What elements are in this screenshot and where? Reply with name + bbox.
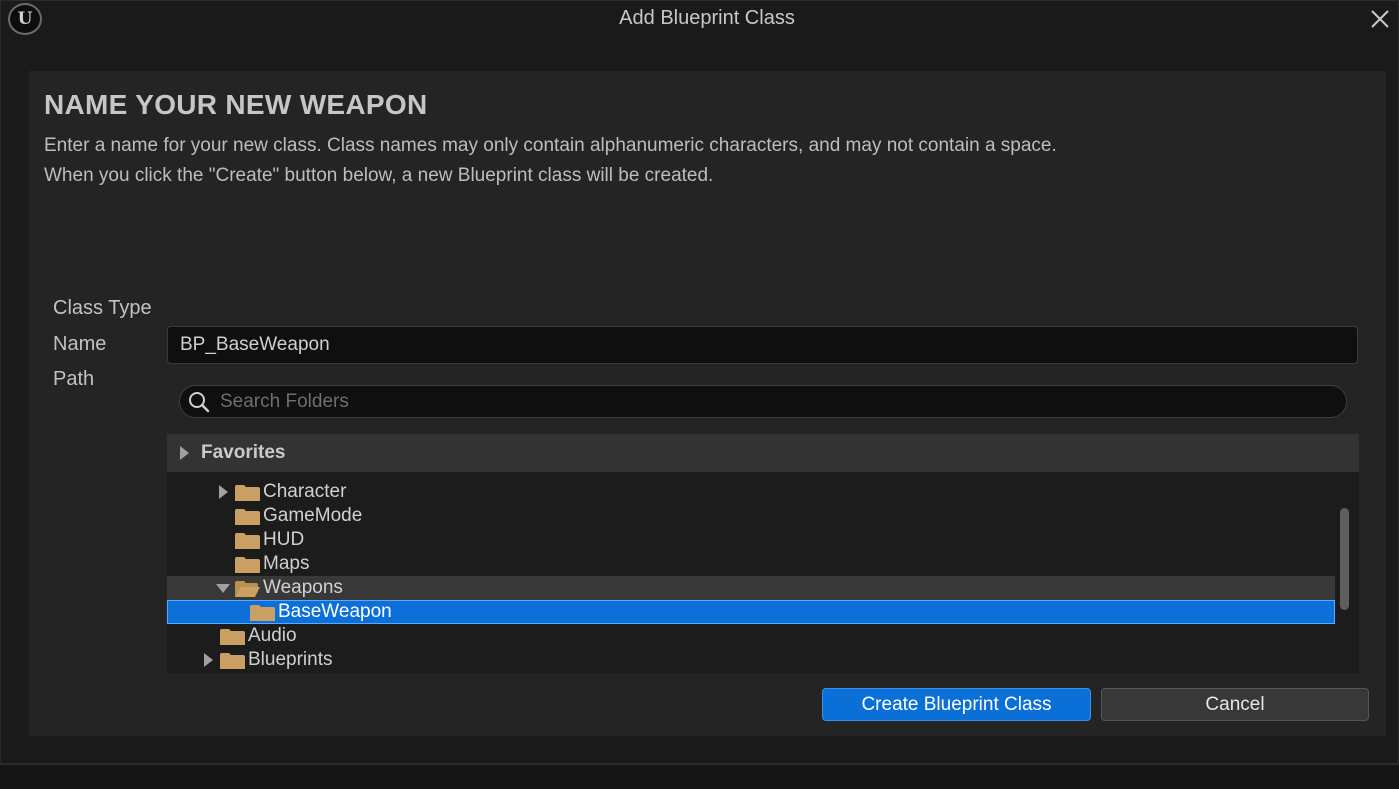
dialog-window: U Add Blueprint Class NAME YOUR NEW WEAP… xyxy=(0,0,1399,764)
window-title: Add Blueprint Class xyxy=(619,7,795,29)
folder-icon xyxy=(235,557,260,573)
folder-icon xyxy=(220,653,245,669)
expand-arrow-icon[interactable] xyxy=(180,446,189,460)
content-panel: NAME YOUR NEW WEAPON Enter a name for yo… xyxy=(29,71,1386,736)
page-title: NAME YOUR NEW WEAPON xyxy=(44,89,428,120)
tree-item-label: HUD xyxy=(263,529,305,550)
class-type-label: Class Type xyxy=(53,297,152,319)
search-icon xyxy=(189,392,210,413)
close-button[interactable] xyxy=(1365,5,1395,33)
tree-item-audio[interactable]: Audio xyxy=(167,624,1335,648)
expand-arrow-icon[interactable] xyxy=(204,653,213,667)
folder-tree: Favorites Character GameMode HUD Maps We… xyxy=(167,434,1359,673)
tree-item-gamemode[interactable]: GameMode xyxy=(167,504,1335,528)
create-blueprint-class-button[interactable]: Create Blueprint Class xyxy=(822,688,1091,721)
name-field[interactable] xyxy=(167,326,1358,364)
description-line-2: When you click the "Create" button below… xyxy=(44,165,714,186)
cancel-button[interactable]: Cancel xyxy=(1101,688,1369,721)
folder-icon xyxy=(250,605,275,621)
tree-item-label: BaseWeapon xyxy=(278,601,392,622)
search-input[interactable] xyxy=(220,386,1330,417)
favorites-header[interactable]: Favorites xyxy=(167,434,1359,472)
name-label: Name xyxy=(53,333,107,355)
collapse-arrow-icon[interactable] xyxy=(216,584,230,593)
folder-open-icon xyxy=(235,581,260,597)
tree-item-label: Weapons xyxy=(263,577,343,598)
description-line-1: Enter a name for your new class. Class n… xyxy=(44,135,1057,156)
tree-item-label: Blueprints xyxy=(248,649,333,670)
tree-item-weapons[interactable]: Weapons xyxy=(167,576,1335,600)
tree-item-label: Character xyxy=(263,481,347,502)
tree-item-label: GameMode xyxy=(263,505,363,526)
tree-item-blueprints[interactable]: Blueprints xyxy=(167,648,1335,672)
close-icon xyxy=(1371,10,1389,28)
tree-item-label: Audio xyxy=(248,625,297,646)
tree-scrollbar[interactable] xyxy=(1340,508,1349,610)
title-bar[interactable]: U Add Blueprint Class xyxy=(1,1,1399,37)
path-label: Path xyxy=(53,368,95,390)
tree-item-maps[interactable]: Maps xyxy=(167,552,1335,576)
favorites-label: Favorites xyxy=(201,442,286,463)
folder-icon xyxy=(235,533,260,549)
folder-icon xyxy=(235,485,260,501)
expand-arrow-icon[interactable] xyxy=(219,485,228,499)
tree-item-hud[interactable]: HUD xyxy=(167,528,1335,552)
tree-item-baseweapon[interactable]: BaseWeapon xyxy=(167,600,1335,624)
bottom-strip xyxy=(0,764,1399,789)
tree-item-label: Maps xyxy=(263,553,310,574)
folder-icon xyxy=(235,509,260,525)
folder-search[interactable] xyxy=(179,385,1347,418)
folder-icon xyxy=(220,629,245,645)
tree-item-character[interactable]: Character xyxy=(167,480,1335,504)
